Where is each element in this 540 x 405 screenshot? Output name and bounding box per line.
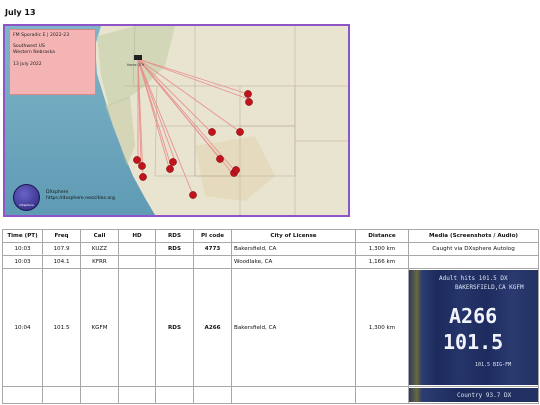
cell-rds xyxy=(155,255,194,269)
rds-screen-line1: Country 93.7 DX xyxy=(457,392,512,399)
cell-call: KUZZ xyxy=(80,242,119,256)
map-caption: FM Sporadic E | 2022-23 Southwest US Wes… xyxy=(9,29,96,95)
cell-distance: 1,300 km xyxy=(355,242,409,256)
cell-pi xyxy=(193,386,232,404)
cell-media: Country 93.7 DX xyxy=(408,386,539,404)
cell-hd xyxy=(118,386,156,404)
cell-hd xyxy=(118,255,156,269)
rds-screen-ps: 101.5 BIG-FM xyxy=(475,362,512,368)
caption-title: FM Sporadic E | 2022-23 xyxy=(13,33,70,38)
home-label: Home QTH xyxy=(127,63,145,67)
cell-city: Woodlake, CA xyxy=(231,255,356,269)
cell-call: KGFM xyxy=(80,268,119,387)
dxsphere-logo: DXsphere DXsphere https://dxsphere.neoci… xyxy=(13,184,115,211)
cell-city: Bakersfield, CA xyxy=(231,268,356,387)
header-call: Call xyxy=(80,229,119,243)
rds-screen-line2: BAKERSFIELD,CA KGFM xyxy=(455,284,524,291)
cell-distance: 1,166 km xyxy=(355,255,409,269)
cell-call xyxy=(80,386,119,404)
caption-region-2: Western Nebraska xyxy=(13,50,55,56)
cell-city xyxy=(231,386,356,404)
home-marker-icon xyxy=(134,55,142,60)
caption-region-1: Southwest US xyxy=(13,44,45,50)
rds-screenshot[interactable]: Country 93.7 DX xyxy=(409,388,538,402)
cell-city: Bakersfield, CA xyxy=(231,242,356,256)
cell-time: 10:03 xyxy=(2,242,43,256)
cell-time xyxy=(2,386,43,404)
cell-freq: 107.9 xyxy=(42,242,81,256)
rds-screen-pi: A266 xyxy=(449,304,498,328)
log-table: Time (PT) Freq Call HD RDS PI code City … xyxy=(2,229,539,404)
header-media: Media (Screenshots / Audio) xyxy=(408,229,539,243)
cell-hd xyxy=(118,268,156,387)
table-header-row: Time (PT) Freq Call HD RDS PI code City … xyxy=(2,229,539,243)
header-freq: Freq xyxy=(42,229,81,243)
header-time: Time (PT) xyxy=(2,229,43,243)
header-hd: HD xyxy=(118,229,156,243)
cell-freq: 101.5 xyxy=(42,268,81,387)
header-pi-code: PI code xyxy=(193,229,232,243)
header-city: City of License xyxy=(231,229,356,243)
cell-distance: 1,300 km xyxy=(355,268,409,387)
caption-date: 13 July 2022 xyxy=(13,61,42,67)
rds-screen-line1: Adult hits 101.5 DX xyxy=(439,275,508,282)
header-rds: RDS xyxy=(155,229,194,243)
cell-freq xyxy=(42,386,81,404)
cell-distance xyxy=(355,386,409,404)
cell-rds xyxy=(155,386,194,404)
cell-hd xyxy=(118,242,156,256)
logo-badge-text: DXsphere xyxy=(19,203,34,207)
logo-url[interactable]: https://dxsphere.neocities.org xyxy=(46,196,115,202)
cell-rds: RDS xyxy=(155,268,194,387)
rds-screenshot[interactable]: Adult hits 101.5 DX BAKERSFIELD,CA KGFM … xyxy=(409,270,538,385)
cell-time: 10:04 xyxy=(2,268,43,387)
page-heading: July 13 xyxy=(5,8,36,17)
cell-rds: RDS xyxy=(155,242,194,256)
sporadic-e-map: Home QTH FM Sporadic E | 2022-23 Southwe… xyxy=(3,24,350,217)
cell-pi xyxy=(193,255,232,269)
table-row: 10:04 101.5 KGFM RDS A266 Bakersfield, C… xyxy=(2,268,539,387)
dxsphere-logo-icon: DXsphere xyxy=(13,184,40,211)
table-row: 10:03 104.1 KFRR Woodlake, CA 1,166 km xyxy=(2,255,539,269)
cell-time: 10:03 xyxy=(2,255,43,269)
cell-media: Adult hits 101.5 DX BAKERSFIELD,CA KGFM … xyxy=(408,268,539,387)
cell-media xyxy=(408,255,539,269)
table-row: Country 93.7 DX xyxy=(2,386,539,404)
cell-call: KFRR xyxy=(80,255,119,269)
rds-screen-freq: 101.5 xyxy=(443,330,504,354)
cell-freq: 104.1 xyxy=(42,255,81,269)
cell-pi: A266 xyxy=(193,268,232,387)
cell-pi: 4773 xyxy=(193,242,232,256)
cell-media: Caught via DXsphere Autolog xyxy=(408,242,539,256)
table-row: 10:03 107.9 KUZZ RDS 4773 Bakersfield, C… xyxy=(2,242,539,256)
header-distance: Distance xyxy=(355,229,409,243)
